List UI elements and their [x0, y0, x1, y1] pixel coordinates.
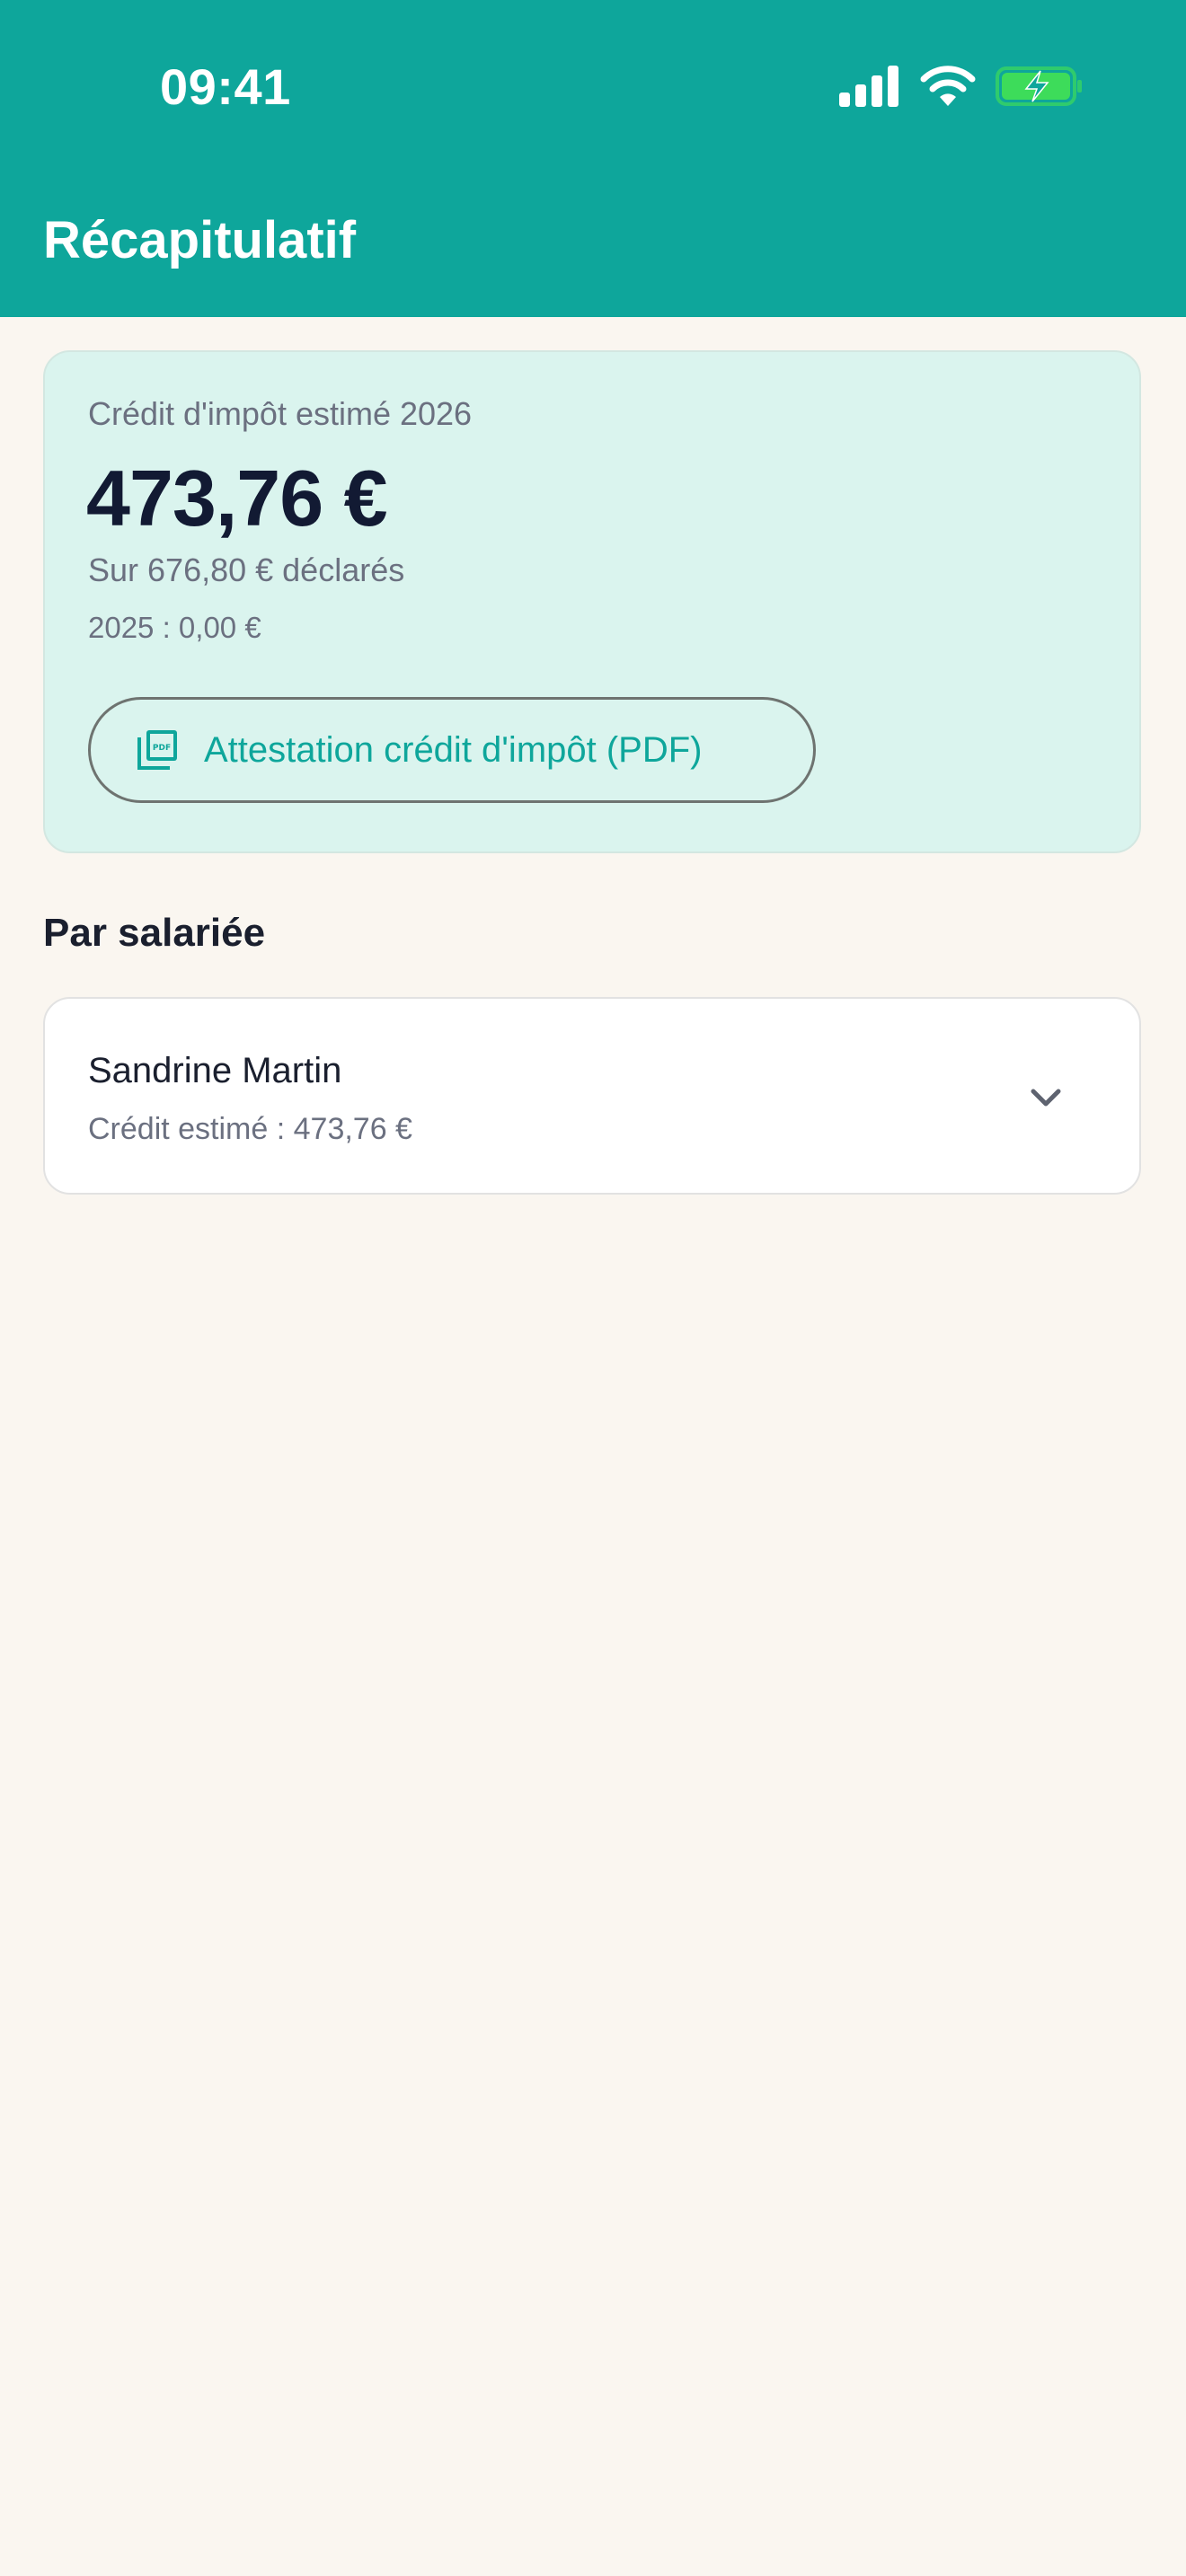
wifi-icon: [920, 66, 976, 106]
previous-year-credit: 2025 : 0,00 €: [88, 611, 261, 644]
battery-charging-icon: [996, 66, 1082, 106]
svg-text:PDF: PDF: [153, 744, 171, 753]
section-title-par-salariee: Par salariée: [43, 911, 266, 955]
page-title: Récapitulatif: [43, 211, 357, 269]
signal-icon: [839, 66, 898, 107]
declared-amount: Sur 676,80 € déclarés: [88, 551, 405, 588]
status-icons: [839, 63, 1084, 110]
pdf-button-label: Attestation crédit d'impôt (PDF): [204, 729, 703, 770]
chevron-down-icon[interactable]: [1026, 1078, 1066, 1117]
app-header: 09:41 Récapitulatif: [0, 0, 1186, 317]
employee-name: Sandrine Martin: [88, 1051, 342, 1090]
employee-credit: Crédit estimé : 473,76 €: [88, 1112, 412, 1146]
status-time: 09:41: [160, 58, 291, 115]
credit-amount: 473,76 €: [86, 454, 388, 543]
employee-card[interactable]: Sandrine Martin Crédit estimé : 473,76 €: [43, 997, 1141, 1195]
download-attestation-pdf-button[interactable]: PDF Attestation crédit d'impôt (PDF): [88, 697, 816, 803]
credit-label: Crédit d'impôt estimé 2026: [88, 395, 473, 432]
pdf-document-icon: PDF: [137, 730, 177, 770]
tax-credit-summary-card: Crédit d'impôt estimé 2026 473,76 € Sur …: [43, 350, 1141, 853]
